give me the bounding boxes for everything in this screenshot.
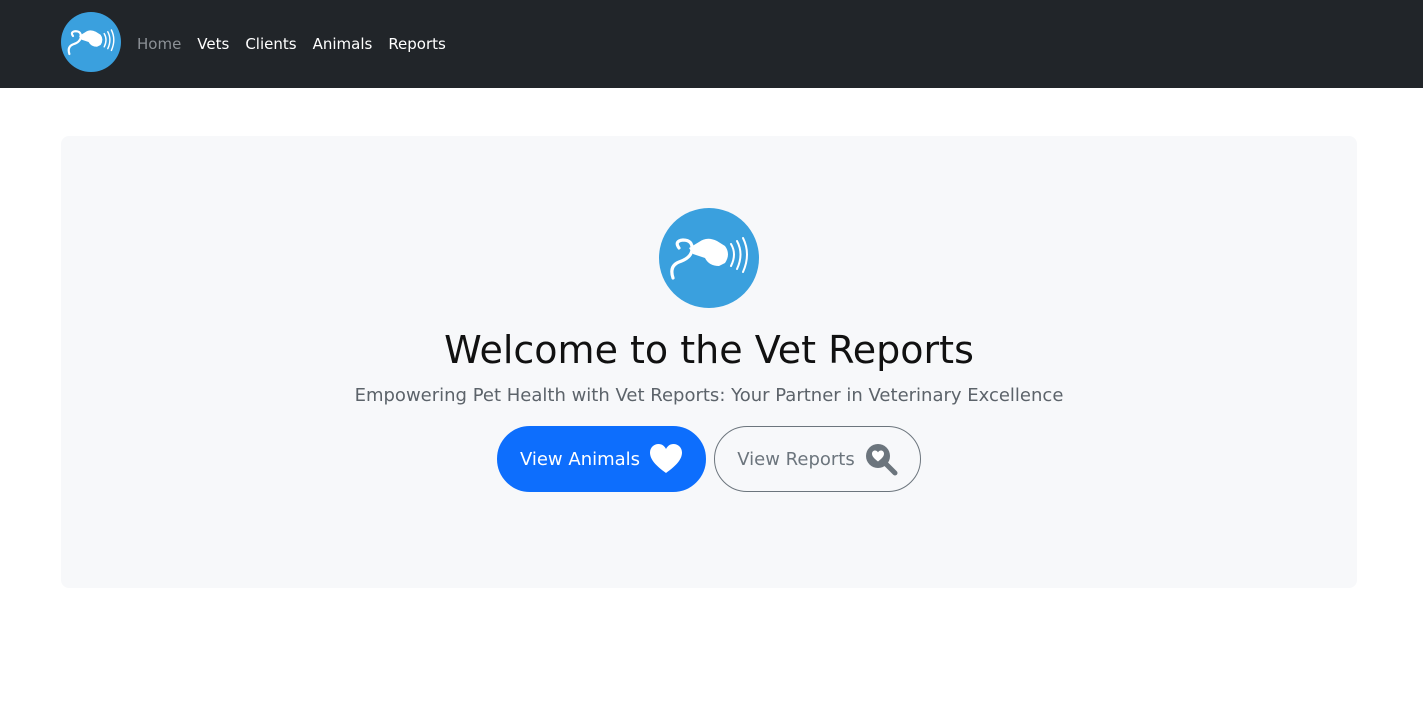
nav-link-reports[interactable]: Reports [388, 35, 446, 53]
nav-link-home[interactable]: Home [137, 35, 181, 53]
top-navbar: Home Vets Clients Animals Reports [0, 0, 1423, 88]
nav-link-animals[interactable]: Animals [313, 35, 373, 53]
ultrasound-probe-icon [67, 29, 115, 56]
hero-banner: Welcome to the Vet Reports Empowering Pe… [61, 136, 1357, 588]
nav-link-vets[interactable]: Vets [197, 35, 229, 53]
nav-menu: Home Vets Clients Animals Reports [137, 0, 462, 88]
hero-title: Welcome to the Vet Reports [444, 328, 974, 372]
hero-subtitle: Empowering Pet Health with Vet Reports: … [354, 385, 1064, 406]
heart-icon [649, 443, 683, 475]
view-animals-button[interactable]: View Animals [497, 426, 706, 492]
magnifier-heart-icon [864, 442, 898, 476]
brand-logo[interactable] [61, 12, 121, 72]
view-animals-label: View Animals [519, 448, 641, 470]
view-reports-button[interactable]: View Reports [714, 426, 921, 492]
nav-link-clients[interactable]: Clients [245, 35, 296, 53]
view-reports-label: View Reports [737, 448, 855, 470]
ultrasound-probe-icon [670, 237, 748, 280]
hero-logo [659, 208, 759, 308]
